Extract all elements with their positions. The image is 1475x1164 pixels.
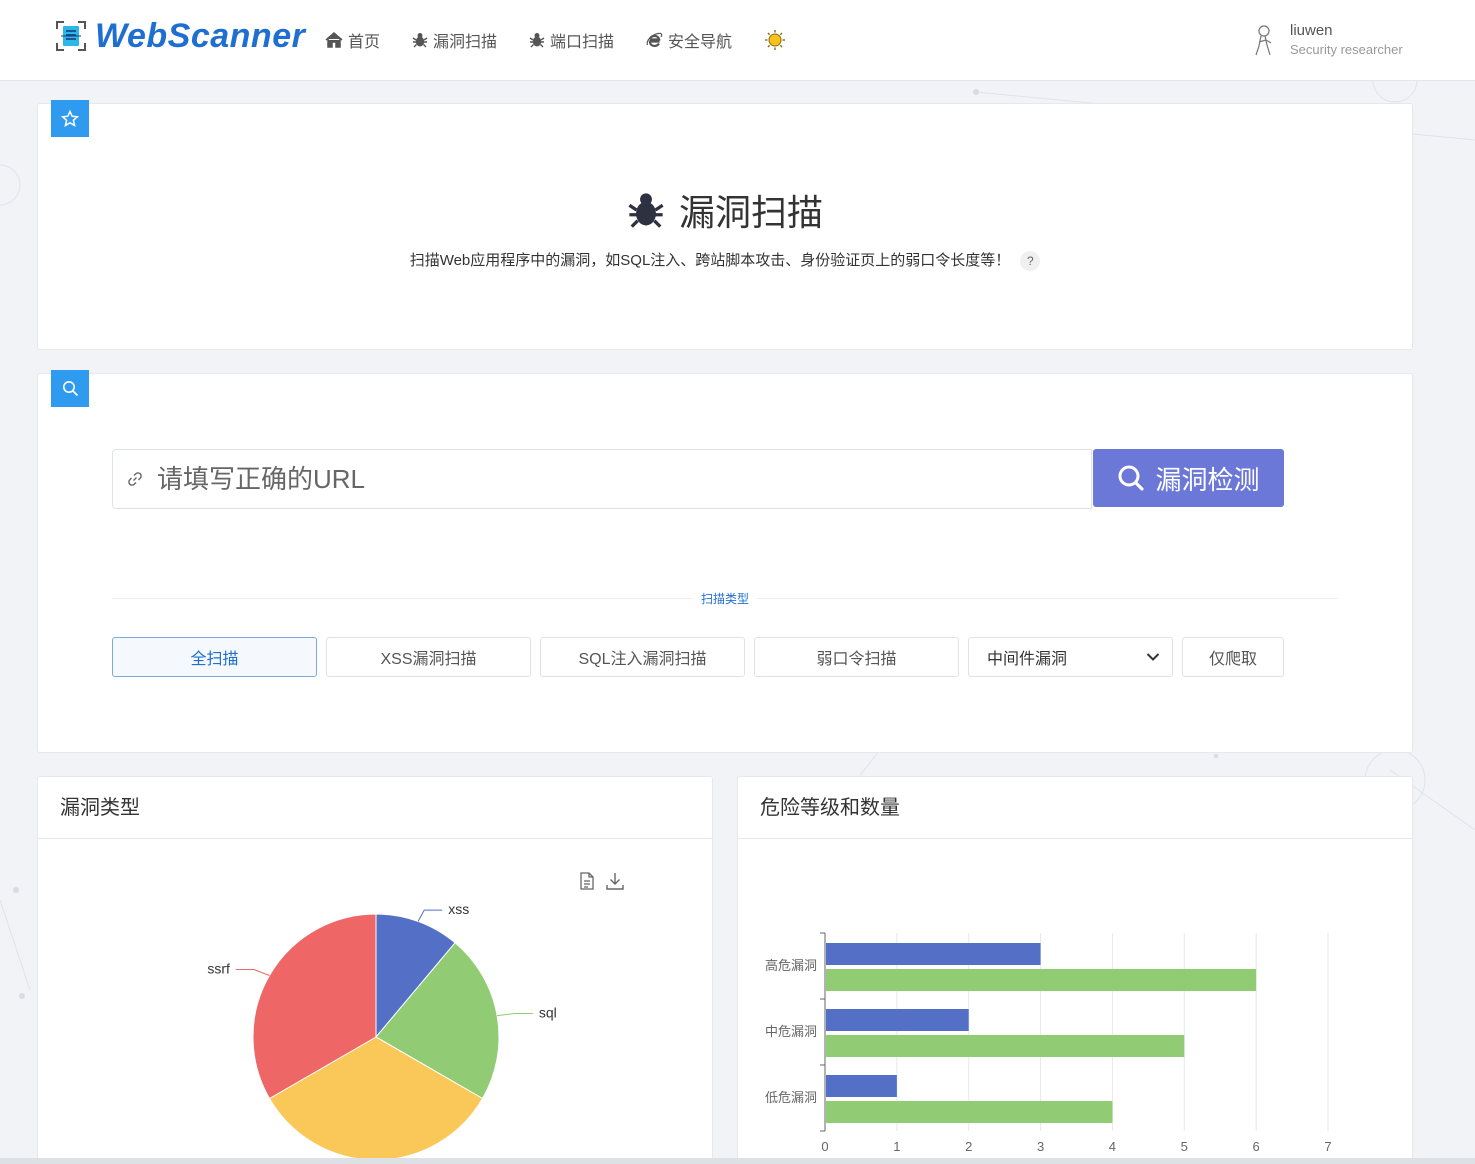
page-description: 扫描Web应用程序中的漏洞，如SQL注入、跨站脚本攻击、身份验证页上的弱口令长度…	[38, 249, 1412, 272]
user-role: Security researcher	[1290, 42, 1403, 57]
nav-vuln-scan[interactable]: 漏洞扫描	[412, 28, 497, 52]
pie-label-xss: xss	[448, 901, 469, 917]
main-nav: 首页 漏洞扫描 端口扫描 安全导航	[325, 28, 823, 52]
brand-name: WebScanner	[95, 17, 306, 55]
page-title: 漏洞扫描	[38, 184, 1412, 236]
sun-icon	[765, 30, 786, 50]
url-input-group	[112, 449, 1092, 509]
x-tick-label: 5	[1181, 1139, 1188, 1154]
bug-icon	[628, 193, 664, 228]
nav-security-links[interactable]: 安全导航	[646, 28, 732, 52]
pie-label-ssrf: ssrf	[207, 961, 230, 977]
x-tick-label: 0	[821, 1139, 828, 1154]
risk-level-bar-chart: 0 1 2 3 4 5 6 7 高危漏洞中危漏洞低危漏洞	[765, 932, 1332, 1154]
x-tick-label: 1	[893, 1139, 900, 1154]
theme-toggle[interactable]	[764, 29, 791, 51]
y-category-label: 高危漏洞	[765, 958, 817, 973]
nav-vuln-scan-label: 漏洞扫描	[433, 34, 498, 51]
url-input[interactable]	[157, 463, 1057, 495]
pie-label-line-sql	[497, 1013, 533, 1017]
risk-level-panel: 危险等级和数量 0 1 2 3 4 5 6 7 高危漏洞中危漏洞低危漏洞	[737, 776, 1413, 1164]
avatar	[1255, 25, 1272, 56]
pie-label-line-ssrf	[235, 969, 270, 976]
search-icon	[62, 381, 78, 397]
home-icon	[325, 32, 343, 48]
nav-port-scan[interactable]: 端口扫描	[529, 28, 614, 52]
bar-低危漏洞-series-1[interactable]	[826, 1101, 1113, 1123]
scan-type-middleware-select[interactable]: 中间件漏洞	[968, 637, 1173, 677]
bug-icon	[412, 33, 428, 48]
nav-home-label: 首页	[348, 34, 381, 51]
page-description-text: 扫描Web应用程序中的漏洞，如SQL注入、跨站脚本攻击、身份验证页上的弱口令长度…	[409, 252, 1011, 269]
scan-type-xss[interactable]: XSS漏洞扫描	[326, 637, 531, 677]
scan-form-card: 漏洞检测 扫描类型 全扫描 XSS漏洞扫描 SQL注入漏洞扫描 弱口令扫描 中间…	[37, 370, 1413, 753]
vuln-type-pie-chart: xss sql ssrf	[207, 901, 557, 1161]
scan-type-label: 扫描类型	[693, 590, 758, 607]
scan-type-middleware-value: 中间件漏洞	[987, 651, 1068, 668]
risk-level-title: 危险等级和数量	[738, 777, 1412, 839]
pie-label-sql: sql	[539, 1005, 557, 1021]
x-tick-label: 7	[1324, 1139, 1331, 1154]
scan-type-full[interactable]: 全扫描	[112, 637, 317, 677]
x-tick-label: 4	[1109, 1139, 1116, 1154]
scan-type-sql[interactable]: SQL注入漏洞扫描	[540, 637, 745, 677]
nav-security-links-label: 安全导航	[668, 34, 733, 51]
scan-type-group: 全扫描 XSS漏洞扫描 SQL注入漏洞扫描 弱口令扫描 中间件漏洞 仅爬取	[112, 637, 1293, 677]
bar-中危漏洞-series-1[interactable]	[826, 1035, 1185, 1057]
bar-中危漏洞-series-0[interactable]	[826, 1009, 969, 1031]
star-icon	[61, 109, 79, 127]
pie-label-line-xss	[417, 909, 443, 922]
vuln-type-panel: 漏洞类型 xss sql ssrf	[37, 776, 713, 1164]
hero-card: 漏洞扫描 扫描Web应用程序中的漏洞，如SQL注入、跨站脚本攻击、身份验证页上的…	[37, 100, 1413, 350]
nav-port-scan-label: 端口扫描	[550, 34, 615, 51]
user-profile[interactable]: liuwen Security researcher	[1252, 22, 1403, 60]
y-category-label: 中危漏洞	[765, 1024, 817, 1039]
bar-高危漏洞-series-1[interactable]	[826, 969, 1257, 991]
help-icon[interactable]: ?	[1020, 251, 1041, 272]
scan-type-crawl-only[interactable]: 仅爬取	[1182, 637, 1284, 677]
scanner-logo-icon	[56, 21, 86, 51]
top-navbar: WebScanner 首页 漏洞扫描 端口扫描 安全导航 liuwen Secu…	[0, 0, 1475, 81]
browser-e-icon	[646, 32, 663, 47]
x-tick-label: 2	[965, 1139, 972, 1154]
bar-低危漏洞-series-0[interactable]	[826, 1075, 897, 1097]
bug-icon	[529, 33, 545, 48]
x-tick-label: 3	[1037, 1139, 1044, 1154]
link-icon	[128, 472, 142, 486]
bar-高危漏洞-series-0[interactable]	[826, 943, 1041, 965]
window-bottom-edge	[0, 1158, 1475, 1164]
brand-logo[interactable]: WebScanner	[55, 18, 305, 54]
vuln-detect-button[interactable]: 漏洞检测	[1093, 449, 1284, 507]
scan-type-weak-password[interactable]: 弱口令扫描	[754, 637, 959, 677]
page-title-text: 漏洞扫描	[678, 192, 823, 233]
star-badge	[51, 100, 89, 137]
y-category-label: 低危漏洞	[765, 1090, 817, 1105]
search-badge	[51, 370, 89, 407]
vuln-type-title: 漏洞类型	[38, 777, 712, 839]
search-icon	[1118, 465, 1145, 491]
nav-home[interactable]: 首页	[325, 28, 380, 52]
chevron-down-icon	[1146, 653, 1160, 661]
x-tick-label: 6	[1253, 1139, 1260, 1154]
vuln-detect-button-label: 漏洞检测	[1155, 464, 1260, 495]
user-name: liuwen	[1290, 22, 1333, 39]
